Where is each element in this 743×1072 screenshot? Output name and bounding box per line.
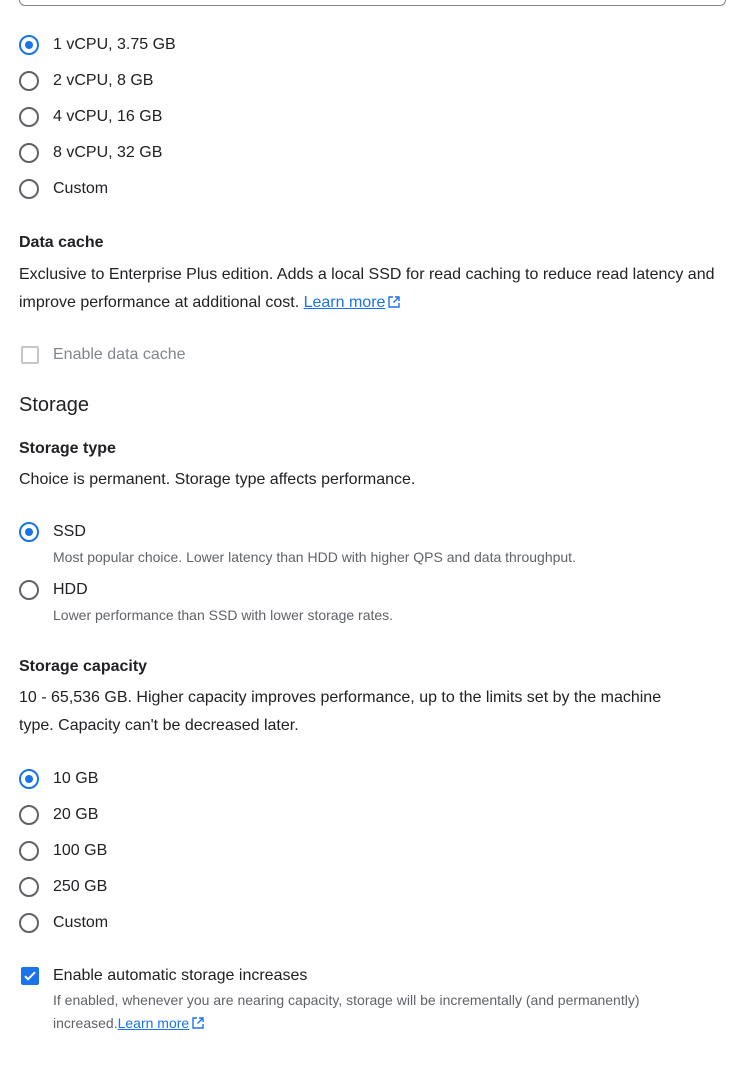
radio-button-checked[interactable]: [19, 522, 39, 542]
data-cache-description: Exclusive to Enterprise Plus edition. Ad…: [19, 261, 719, 317]
radio-label: 1 vCPU, 3.75 GB: [53, 36, 176, 53]
storage-capacity-description: 10 - 65,536 GB. Higher capacity improves…: [19, 689, 662, 734]
radio-label: Custom: [53, 180, 109, 197]
external-link-icon: [192, 1017, 204, 1029]
radio-label: 100 GB: [53, 842, 108, 859]
radio-option-custom-capacity[interactable]: Custom: [19, 911, 108, 935]
external-link-icon: [388, 296, 401, 308]
radio-option-10gb[interactable]: 10 GB: [19, 767, 98, 791]
radio-option-1vcpu[interactable]: 1 vCPU, 3.75 GB: [19, 33, 176, 57]
machine-type-select-box[interactable]: [19, 0, 726, 6]
checkbox-label: Enable data cache: [53, 346, 186, 363]
checkbox-label: Enable automatic storage increases: [53, 967, 308, 984]
data-cache-learn-more-link[interactable]: Learn more: [304, 294, 401, 311]
radio-button-checked[interactable]: [19, 769, 39, 789]
radio-label: SSD: [53, 523, 86, 540]
radio-option-custom-machine[interactable]: Custom: [19, 177, 108, 201]
radio-label: 250 GB: [53, 878, 108, 895]
radio-option-hdd[interactable]: HDD: [19, 578, 88, 602]
radio-button[interactable]: [19, 805, 39, 825]
data-cache-heading: Data cache: [19, 234, 104, 251]
radio-button[interactable]: [19, 143, 39, 163]
radio-label: HDD: [53, 581, 88, 598]
radio-label: 20 GB: [53, 806, 99, 823]
radio-option-2vcpu[interactable]: 2 vCPU, 8 GB: [19, 69, 153, 93]
learn-more-label: Learn more: [117, 1015, 190, 1031]
auto-storage-increase-checkbox-row[interactable]: Enable automatic storage increases: [21, 964, 307, 988]
auto-increase-hint: If enabled, whenever you are nearing cap…: [53, 989, 673, 1035]
radio-button[interactable]: [19, 841, 39, 861]
radio-option-8vcpu[interactable]: 8 vCPU, 32 GB: [19, 141, 162, 165]
learn-more-label: Learn more: [303, 294, 386, 311]
checkbox-checked[interactable]: [21, 967, 39, 985]
radio-button[interactable]: [19, 71, 39, 91]
hdd-hint: Lower performance than SSD with lower st…: [53, 607, 394, 623]
radio-label: 8 vCPU, 32 GB: [53, 144, 163, 161]
radio-button[interactable]: [19, 107, 39, 127]
radio-option-250gb[interactable]: 250 GB: [19, 875, 107, 899]
radio-label: 2 vCPU, 8 GB: [53, 72, 154, 89]
radio-option-20gb[interactable]: 20 GB: [19, 803, 98, 827]
storage-type-heading: Storage type: [19, 440, 116, 457]
radio-button[interactable]: [19, 179, 39, 199]
radio-option-ssd[interactable]: SSD: [19, 520, 86, 544]
radio-button[interactable]: [19, 580, 39, 600]
radio-option-4vcpu[interactable]: 4 vCPU, 16 GB: [19, 105, 162, 129]
checkbox-disabled[interactable]: [21, 346, 39, 364]
radio-label: 10 GB: [53, 770, 99, 787]
checkmark-icon: [24, 971, 36, 981]
storage-type-description: Choice is permanent. Storage type affect…: [19, 471, 416, 488]
radio-label: 4 vCPU, 16 GB: [53, 108, 163, 125]
auto-increase-learn-more-link[interactable]: Learn more: [118, 1015, 205, 1031]
enable-data-cache-checkbox-row[interactable]: Enable data cache: [21, 343, 186, 367]
ssd-hint: Most popular choice. Lower latency than …: [53, 549, 576, 565]
storage-section-title: Storage: [19, 394, 90, 416]
radio-button[interactable]: [19, 877, 39, 897]
radio-button[interactable]: [19, 913, 39, 933]
radio-button-checked[interactable]: [19, 35, 39, 55]
radio-label: Custom: [53, 914, 109, 931]
storage-capacity-heading: Storage capacity: [19, 658, 148, 675]
radio-option-100gb[interactable]: 100 GB: [19, 839, 107, 863]
